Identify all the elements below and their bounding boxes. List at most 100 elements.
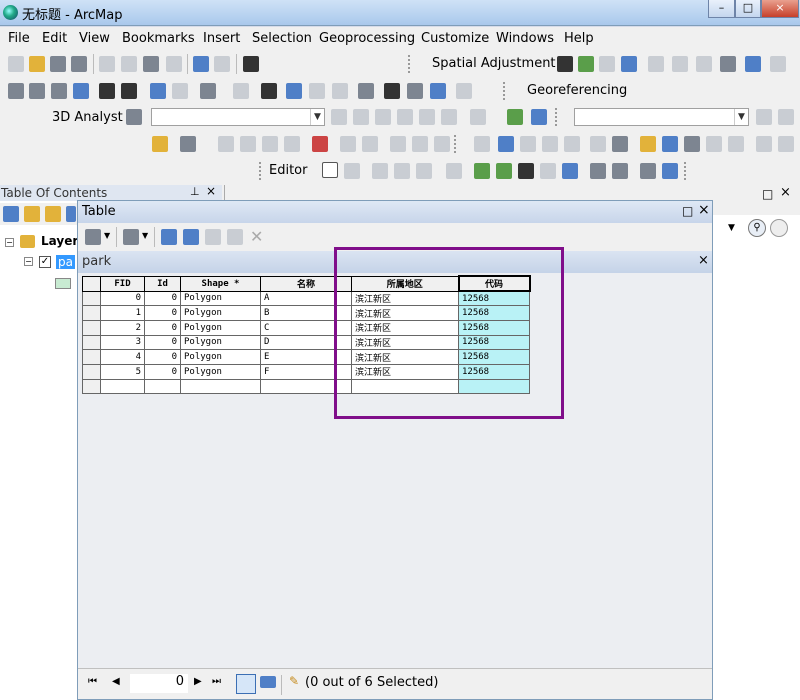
forward-arrow-icon[interactable] [172, 83, 188, 99]
next-record-icon[interactable]: ▶ [194, 676, 202, 687]
find-binoculars-icon[interactable] [384, 83, 400, 99]
edge-match-icon[interactable] [770, 56, 786, 72]
add-data-icon[interactable] [243, 56, 259, 72]
select-elements-icon[interactable] [557, 56, 573, 72]
circle-icon[interactable] [756, 136, 772, 152]
cell-shape[interactable]: Polygon [180, 363, 261, 380]
edit-tool-icon[interactable] [322, 162, 338, 178]
split-icon[interactable] [390, 136, 406, 152]
menu-view[interactable]: View [79, 31, 110, 46]
arcglobe-icon[interactable] [531, 109, 547, 125]
row-selector[interactable] [82, 290, 101, 307]
snapping-icon[interactable] [662, 163, 678, 179]
menu-edit[interactable]: Edit [42, 31, 67, 46]
clear-selection-icon[interactable] [233, 83, 249, 99]
layer-visibility-checkbox[interactable]: ✓ [39, 256, 51, 268]
cell-empty[interactable] [144, 378, 181, 395]
select-by-attributes-icon[interactable] [161, 229, 177, 245]
line-of-sight-icon[interactable] [375, 109, 391, 125]
shift-icon[interactable] [778, 109, 794, 125]
row-selector[interactable] [82, 378, 101, 395]
row-selector[interactable] [82, 349, 101, 365]
row-selector[interactable] [82, 305, 101, 321]
new-displacement-link-icon[interactable] [578, 56, 594, 72]
construct-icon[interactable] [340, 136, 356, 152]
fixed-zoom-out-icon[interactable] [121, 83, 137, 99]
cell-shape[interactable]: Polygon [180, 290, 261, 307]
pan-hand-icon[interactable] [51, 83, 67, 99]
end-point-arc-icon[interactable] [394, 163, 410, 179]
ellipse-icon[interactable] [778, 136, 794, 152]
minimize-button[interactable]: – [708, 0, 735, 18]
list-by-source-icon[interactable] [24, 206, 40, 222]
cell-fid[interactable]: 1 [100, 305, 145, 321]
cell-id[interactable]: 0 [144, 319, 181, 336]
line-intersection-icon[interactable] [542, 136, 558, 152]
measure-icon[interactable] [358, 83, 374, 99]
previous-record-icon[interactable]: ◀ [112, 676, 120, 687]
html-popup-icon[interactable] [332, 83, 348, 99]
toolbar-grip[interactable] [684, 162, 690, 180]
zoom-to-selected-icon[interactable] [227, 229, 243, 245]
create-features-icon[interactable] [640, 163, 656, 179]
maximize-icon[interactable]: □ [762, 187, 773, 201]
search-icon[interactable]: ⚲ [748, 219, 766, 237]
cell-id[interactable]: 0 [144, 305, 181, 321]
close-icon[interactable]: × [698, 202, 710, 218]
trim-icon[interactable] [520, 136, 536, 152]
validate-topology-icon[interactable] [240, 136, 256, 152]
multi-displacement-icon[interactable] [621, 56, 637, 72]
cell-shape[interactable]: Polygon [180, 349, 261, 365]
collapse-icon[interactable]: − [24, 257, 33, 266]
toolbar-grip[interactable] [454, 135, 460, 153]
straight-segment-icon[interactable] [372, 163, 388, 179]
3d-analyst-menu[interactable]: 3D Analyst [52, 110, 123, 125]
georef-layer-combo[interactable]: ▼ [574, 108, 749, 126]
steepest-path-icon[interactable] [353, 109, 369, 125]
copy-icon[interactable] [121, 56, 137, 72]
full-extent-globe-icon[interactable] [73, 83, 89, 99]
go-to-xy-icon[interactable] [430, 83, 446, 99]
catalog-icon[interactable] [152, 136, 168, 152]
georeferencing-menu[interactable]: Georeferencing [527, 83, 627, 98]
cell-shape[interactable]: Polygon [180, 319, 261, 336]
cell-shape[interactable]: Polygon [180, 334, 261, 351]
cell-fid[interactable]: 2 [100, 319, 145, 336]
buffer-icon[interactable] [412, 136, 428, 152]
trace-icon[interactable] [416, 163, 432, 179]
split-tool-icon[interactable] [540, 163, 556, 179]
dimension-icon[interactable] [640, 136, 656, 152]
column-header-id[interactable]: Id [144, 275, 181, 292]
menu-file[interactable]: File [8, 31, 30, 46]
toolbar-grip[interactable] [259, 162, 265, 180]
table-options-icon[interactable] [85, 229, 101, 245]
menu-geoprocessing[interactable]: Geoprocessing [319, 31, 415, 46]
rectangle-icon[interactable] [728, 136, 744, 152]
interpolate-point-icon[interactable] [397, 109, 413, 125]
close-icon[interactable]: × [206, 184, 216, 198]
delete-selected-icon[interactable]: ✕ [250, 227, 263, 246]
back-arrow-icon[interactable] [150, 83, 166, 99]
collapse-icon[interactable]: − [5, 238, 14, 247]
find-route-icon[interactable] [407, 83, 423, 99]
row-selector[interactable] [82, 319, 101, 336]
tab-park[interactable]: park [82, 254, 111, 269]
close-icon[interactable]: × [780, 185, 791, 200]
map-topology-icon[interactable] [218, 136, 234, 152]
record-number-input[interactable]: 0 [130, 674, 188, 693]
copy-parallel-icon[interactable] [684, 136, 700, 152]
parcel-icon[interactable] [312, 136, 328, 152]
row-selector[interactable] [82, 363, 101, 380]
fix-topology-icon[interactable] [262, 136, 278, 152]
toolbar-grip[interactable] [408, 55, 414, 73]
select-features-icon[interactable] [200, 83, 216, 99]
explode-icon[interactable] [564, 136, 580, 152]
advanced-edit-icon[interactable] [474, 136, 490, 152]
print-icon[interactable] [71, 56, 87, 72]
cut-icon[interactable] [99, 56, 115, 72]
first-record-icon[interactable]: ⏮ [88, 676, 97, 687]
cell-fid[interactable]: 3 [100, 334, 145, 351]
maximize-button[interactable]: □ [735, 0, 761, 18]
row-selector-header[interactable] [82, 275, 101, 292]
column-header-shape[interactable]: Shape * [180, 275, 261, 292]
